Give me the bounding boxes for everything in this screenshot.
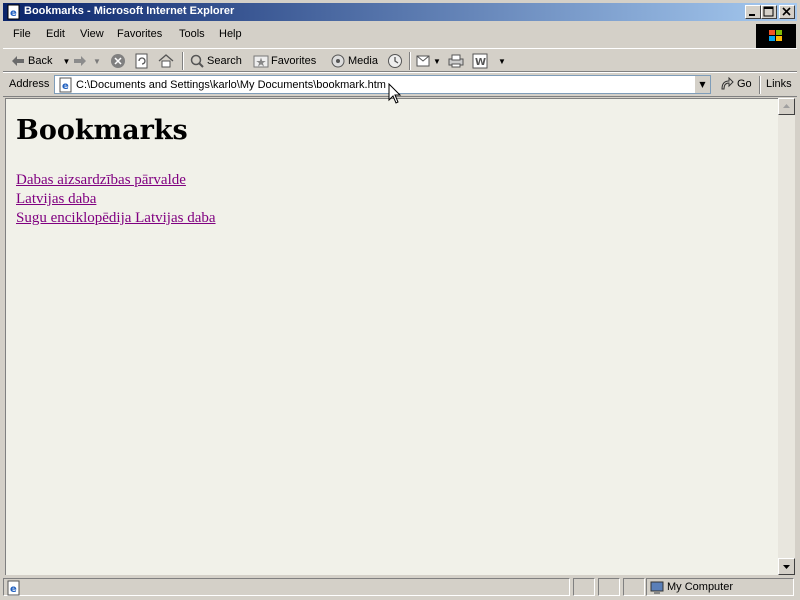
status-extra-panel [623,578,645,596]
browser-window: e Bookmarks - Microsoft Internet Explore… [0,0,800,600]
forward-dropdown-icon[interactable]: ▼ [93,57,101,66]
forward-button[interactable]: ▼ [73,52,101,70]
media-icon [331,54,345,68]
stop-button[interactable] [110,52,126,70]
menu-edit[interactable]: Edit [46,28,65,40]
windows-flag-icon [769,30,782,41]
bookmark-link[interactable]: Latvijas daba [16,190,216,209]
back-arrow-icon [12,56,24,66]
address-dropdown-button[interactable]: ▼ [694,76,710,93]
go-label: Go [737,78,752,90]
back-dropdown-icon[interactable]: ▼ [62,57,70,66]
bookmark-link[interactable]: Sugu enciklopēdija Latvijas daba [16,209,216,228]
search-button[interactable]: Search [189,52,242,70]
chevron-down-icon: ▼ [699,80,706,89]
minimize-icon [749,14,755,16]
media-label: Media [348,55,378,67]
go-button[interactable]: Go [719,77,752,91]
close-icon [782,7,791,16]
bookmark-link[interactable]: Dabas aizsardzības pārvalde [16,171,216,190]
home-button[interactable] [158,52,174,70]
title-bar: e Bookmarks - Microsoft Internet Explore… [3,3,797,21]
status-zone-panel: My Computer [646,578,794,596]
page-content: Bookmarks Dabas aizsardzības pārvalde La… [5,98,778,575]
vertical-scrollbar[interactable] [778,98,795,575]
favorites-label: Favorites [271,55,317,67]
refresh-icon [135,53,148,69]
zone-label: My Computer [667,581,734,593]
links-separator [759,76,761,94]
toolbar-separator [182,52,184,70]
menu-file[interactable]: File [13,28,31,40]
back-button[interactable]: Back ▼ [11,52,70,70]
menu-view[interactable]: View [80,28,104,40]
status-progress-panel [573,578,595,596]
scroll-up-button[interactable] [778,98,795,115]
favorites-button[interactable]: Favorites [253,52,316,70]
address-label: Address [9,78,50,90]
scroll-down-button[interactable] [778,558,795,575]
maximize-icon [763,6,774,17]
mail-button[interactable]: ▼ [416,52,441,70]
address-field[interactable]: e ▼ [54,75,711,94]
menu-tools[interactable]: Tools [179,28,205,40]
status-main-panel: e [3,578,570,596]
home-icon [158,54,174,68]
menu-favorites[interactable]: Favorites [117,28,162,40]
mail-dropdown-icon[interactable]: ▼ [433,57,441,66]
media-button[interactable]: Media [330,52,378,70]
address-input[interactable] [76,77,686,92]
search-label: Search [207,55,242,67]
close-button[interactable] [779,5,795,19]
toolbar-separator [409,52,411,70]
mouse-cursor-icon [388,83,402,104]
stop-icon [111,54,125,68]
standard-toolbar: Back ▼ ▼ Search Favorites Media ▼ W ▼ [3,48,797,72]
minimize-button[interactable] [745,5,761,19]
window-title: Bookmarks - Microsoft Internet Explorer [24,5,235,17]
history-icon [388,54,402,68]
maximize-button[interactable] [761,5,777,19]
edit-dropdown-icon[interactable]: ▼ [498,57,506,66]
search-icon [190,54,204,68]
status-bar: e My Computer [3,577,797,597]
word-icon: W [472,53,488,69]
ie-page-icon: e [7,580,20,596]
ie-page-icon: e [7,4,20,20]
scroll-down-arrow-icon [783,565,790,569]
print-button[interactable] [448,52,464,70]
mail-icon [416,55,430,67]
back-label: Back [28,55,53,67]
links-button[interactable]: Links [766,78,792,90]
scroll-up-arrow-icon [783,104,790,108]
page-heading: Bookmarks [16,115,188,146]
favorites-star-icon [253,55,269,68]
go-arrow-icon [721,77,734,90]
print-icon [448,54,464,68]
svg-text:W: W [475,57,486,68]
svg-text:e: e [62,81,69,92]
svg-text:e: e [10,8,17,19]
bookmark-list: Dabas aizsardzības pārvalde Latvijas dab… [16,171,216,228]
history-button[interactable] [387,52,403,70]
my-computer-icon [650,581,664,594]
menu-help[interactable]: Help [219,28,242,40]
svg-text:e: e [10,584,17,595]
menu-bar: File Edit View Favorites Tools Help [3,23,755,47]
ie-page-icon: e [59,77,72,93]
windows-logo [756,24,796,48]
refresh-button[interactable] [134,52,150,70]
status-lock-panel [598,578,620,596]
edit-word-button[interactable]: W ▼ [472,52,506,70]
forward-arrow-icon [74,56,86,66]
